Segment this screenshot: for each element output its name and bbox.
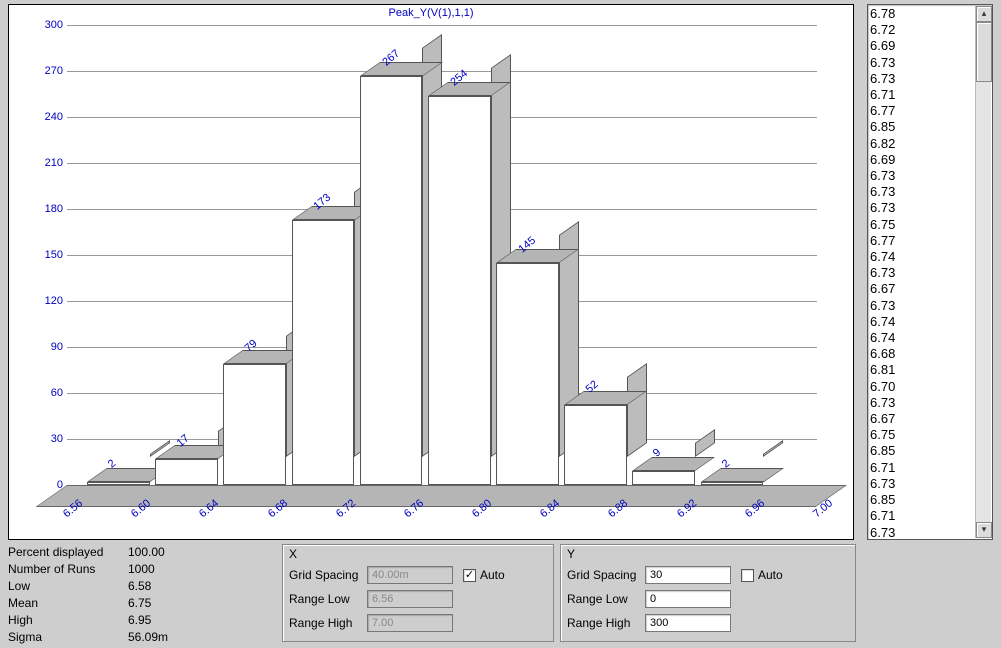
list-item[interactable]: 6.82	[870, 136, 990, 152]
list-item[interactable]: 6.69	[870, 152, 990, 168]
y-auto-checkbox[interactable]	[741, 569, 754, 582]
y-panel-title: Y	[567, 547, 849, 561]
list-item[interactable]: 6.75	[870, 217, 990, 233]
y-tick-label: 120	[35, 295, 63, 307]
y-tick-label: 150	[35, 249, 63, 261]
histogram-bar: 145	[496, 249, 559, 485]
list-item[interactable]: 6.78	[870, 6, 990, 22]
x-panel-title: X	[289, 547, 547, 561]
y-axis-panel: Y Grid Spacing Auto Range Low Range High	[560, 544, 856, 642]
list-item[interactable]: 6.73	[870, 200, 990, 216]
list-item[interactable]: 6.85	[870, 443, 990, 459]
grid-line	[67, 71, 817, 72]
x-range-low-input[interactable]	[367, 590, 453, 608]
y-tick-label: 60	[35, 387, 63, 399]
chart-title: Peak_Y(V(1),1,1)	[9, 7, 853, 19]
x-auto-label: Auto	[480, 568, 505, 582]
list-item[interactable]: 6.71	[870, 508, 990, 524]
list-item[interactable]: 6.67	[870, 411, 990, 427]
x-range-low-label: Range Low	[289, 592, 367, 606]
y-tick-label: 270	[35, 65, 63, 77]
scrollbar[interactable]: ▴ ▾	[975, 6, 991, 538]
num-runs-label: Number of Runs	[8, 561, 128, 578]
histogram-bar: 173	[292, 206, 355, 485]
list-item[interactable]: 6.77	[870, 103, 990, 119]
y-tick-label: 180	[35, 203, 63, 215]
list-item[interactable]: 6.73	[870, 55, 990, 71]
list-item[interactable]: 6.73	[870, 395, 990, 411]
list-item[interactable]: 6.73	[870, 184, 990, 200]
num-runs-value: 1000	[128, 561, 155, 578]
chart-floor	[36, 485, 847, 507]
y-auto-label: Auto	[758, 568, 783, 582]
histogram-bar: 2	[87, 468, 150, 485]
x-grid-spacing-input[interactable]	[367, 566, 453, 584]
list-item[interactable]: 6.73	[870, 168, 990, 184]
list-item[interactable]: 6.68	[870, 346, 990, 362]
list-item[interactable]: 6.71	[870, 87, 990, 103]
x-range-high-label: Range High	[289, 616, 367, 630]
list-item[interactable]: 6.75	[870, 427, 990, 443]
list-item[interactable]: 6.74	[870, 314, 990, 330]
y-range-high-label: Range High	[567, 616, 645, 630]
histogram-bar: 2	[701, 468, 764, 485]
y-tick-label: 300	[35, 19, 63, 31]
high-value: 6.95	[128, 612, 151, 629]
percent-displayed-label: Percent displayed	[8, 544, 128, 561]
y-grid-spacing-input[interactable]	[645, 566, 731, 584]
list-item[interactable]: 6.81	[870, 362, 990, 378]
high-label: High	[8, 612, 128, 629]
list-item[interactable]: 6.73	[870, 525, 990, 541]
grid-line	[67, 25, 817, 26]
y-range-low-label: Range Low	[567, 592, 645, 606]
list-item[interactable]: 6.67	[870, 281, 990, 297]
list-item[interactable]: 6.85	[870, 119, 990, 135]
list-item[interactable]: 6.69	[870, 38, 990, 54]
y-range-high-input[interactable]	[645, 614, 731, 632]
scroll-thumb[interactable]	[976, 22, 992, 82]
low-label: Low	[8, 578, 128, 595]
histogram-bar: 254	[428, 82, 491, 485]
y-grid-spacing-label: Grid Spacing	[567, 568, 645, 582]
mean-label: Mean	[8, 595, 128, 612]
sigma-label: Sigma	[8, 629, 128, 646]
list-item[interactable]: 6.73	[870, 265, 990, 281]
histogram-bar: 17	[155, 445, 218, 485]
x-grid-spacing-label: Grid Spacing	[289, 568, 367, 582]
histogram-bar: 9	[632, 457, 695, 485]
x-range-high-input[interactable]	[367, 614, 453, 632]
list-item[interactable]: 6.77	[870, 233, 990, 249]
list-item[interactable]: 6.73	[870, 298, 990, 314]
data-list[interactable]: 6.786.726.696.736.736.716.776.856.826.69…	[867, 4, 993, 540]
y-tick-label: 90	[35, 341, 63, 353]
list-item[interactable]: 6.72	[870, 22, 990, 38]
list-item[interactable]: 6.74	[870, 249, 990, 265]
y-tick-label: 210	[35, 157, 63, 169]
histogram-bar: 52	[564, 391, 627, 485]
y-range-low-input[interactable]	[645, 590, 731, 608]
x-auto-checkbox[interactable]: ✓	[463, 569, 476, 582]
list-item[interactable]: 6.73	[870, 71, 990, 87]
list-item[interactable]: 6.74	[870, 330, 990, 346]
list-item[interactable]: 6.71	[870, 460, 990, 476]
y-tick-label: 240	[35, 111, 63, 123]
scroll-up-button[interactable]: ▴	[976, 6, 992, 22]
scroll-down-button[interactable]: ▾	[976, 522, 992, 538]
y-tick-label: 30	[35, 433, 63, 445]
plot-area: 03060901201501802102402703006.566.606.64…	[67, 25, 847, 507]
histogram-chart: Peak_Y(V(1),1,1) 03060901201501802102402…	[8, 4, 854, 540]
list-item[interactable]: 6.85	[870, 492, 990, 508]
mean-value: 6.75	[128, 595, 151, 612]
stats-panel: Percent displayed 100.00 Number of Runs …	[8, 544, 278, 646]
sigma-value: 56.09m	[128, 629, 168, 646]
histogram-bar: 267	[360, 62, 423, 485]
x-axis-panel: X Grid Spacing ✓ Auto Range Low Range Hi…	[282, 544, 554, 642]
low-value: 6.58	[128, 578, 151, 595]
list-item[interactable]: 6.70	[870, 379, 990, 395]
histogram-bar: 79	[223, 350, 286, 485]
list-item[interactable]: 6.73	[870, 476, 990, 492]
y-tick-label: 0	[35, 479, 63, 491]
percent-displayed-value: 100.00	[128, 544, 165, 561]
